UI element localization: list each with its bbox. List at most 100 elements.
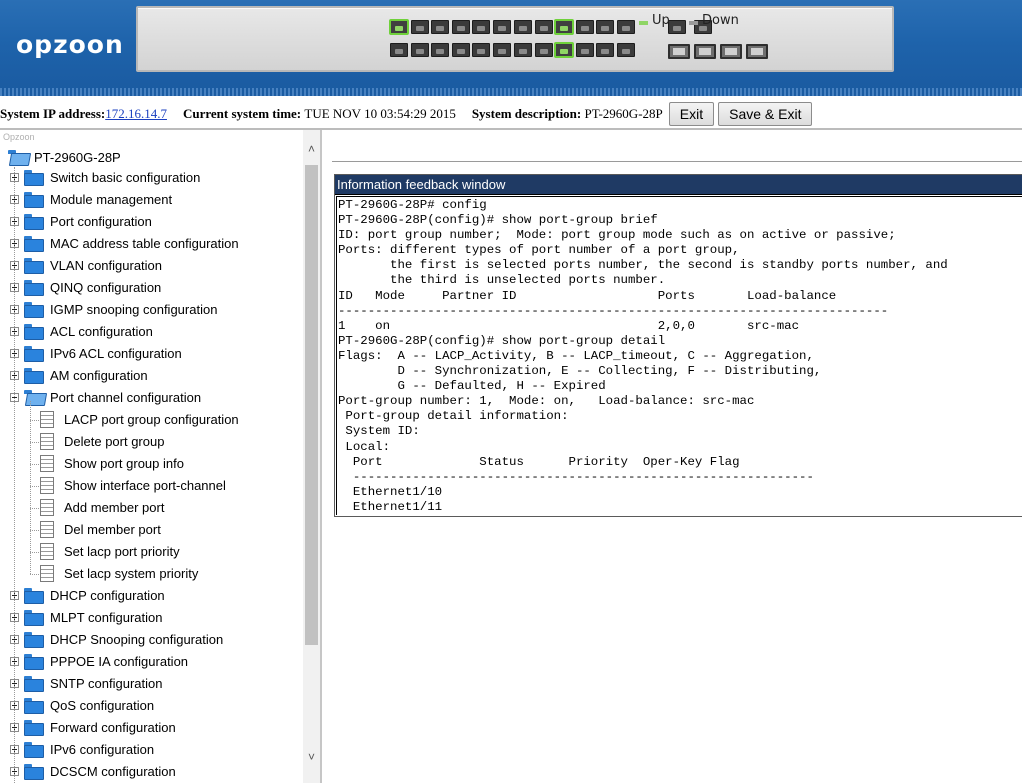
tree-item[interactable]: DHCP configuration	[10, 585, 165, 605]
port-icon[interactable]	[596, 43, 614, 57]
tree-scrollbar[interactable]: ˄ ˅	[303, 130, 320, 783]
tree-item[interactable]: Port channel configuration	[10, 387, 201, 407]
document-icon	[40, 410, 54, 428]
port-icon[interactable]	[431, 43, 449, 57]
tree-subitem[interactable]: Delete port group	[40, 431, 164, 451]
port-icon[interactable]	[596, 20, 614, 34]
tree-subitem[interactable]: Show port group info	[40, 453, 184, 473]
scroll-down-icon[interactable]: ˅	[305, 750, 318, 764]
tree-item[interactable]: MLPT configuration	[10, 607, 163, 627]
tree-subitem-label: LACP port group configuration	[64, 411, 239, 427]
port-icon[interactable]	[514, 43, 532, 57]
tree-item[interactable]: ACL configuration	[10, 321, 153, 341]
tree-subitem[interactable]: Add member port	[40, 497, 164, 517]
port-icon[interactable]	[390, 43, 408, 57]
tree-item[interactable]: DCSCM configuration	[10, 761, 176, 781]
port-icon[interactable]	[668, 20, 686, 34]
tree-item[interactable]: MAC address table configuration	[10, 233, 239, 253]
tree-item-label: DHCP configuration	[50, 587, 165, 603]
tree-item[interactable]: IGMP snooping configuration	[10, 299, 217, 319]
system-info-bar: System IP address: 172.16.14.7 Current s…	[0, 100, 1022, 128]
port-icon[interactable]	[431, 20, 449, 34]
port-icon[interactable]	[472, 20, 490, 34]
tree-item[interactable]: VLAN configuration	[10, 255, 162, 275]
tree-item[interactable]: Switch basic configuration	[10, 167, 200, 187]
port-icon[interactable]	[555, 43, 573, 57]
document-icon	[40, 542, 54, 560]
port-icon[interactable]	[451, 20, 470, 34]
exit-button[interactable]: Exit	[668, 102, 715, 126]
tree-item-label: AM configuration	[50, 367, 148, 383]
port-icon[interactable]	[534, 20, 553, 34]
time-value: TUE NOV 10 03:54:29 2015	[304, 106, 456, 121]
tree-subitem-label: Show port group info	[64, 455, 184, 471]
tree-item-label: VLAN configuration	[50, 257, 163, 273]
port-icon[interactable]	[555, 20, 573, 34]
console-line: Ethernet1/11	[338, 499, 443, 514]
console-line: the third is unselected ports number.	[338, 273, 666, 288]
port-icon[interactable]	[616, 43, 635, 57]
feedback-window: Information feedback window PT-2960G-28P…	[334, 174, 1022, 517]
folder-icon	[24, 632, 44, 648]
tree-subitem[interactable]: Show interface port-channel	[40, 475, 226, 495]
save-exit-button[interactable]: Save & Exit	[718, 102, 813, 126]
folder-icon	[24, 764, 44, 780]
port-icon[interactable]	[616, 20, 635, 34]
folder-icon	[24, 610, 44, 626]
tree-item[interactable]: PPPOE IA configuration	[10, 651, 188, 671]
tree-item[interactable]: AM configuration	[10, 365, 148, 385]
header-banner: opzoon Up Down	[0, 0, 1022, 96]
tree-subitem[interactable]: Set lacp system priority	[40, 563, 198, 583]
console-line: ID Mode Partner ID Ports Load-balance	[338, 288, 837, 303]
tree-item[interactable]: QoS configuration	[10, 695, 154, 715]
tree-item-label: IGMP snooping configuration	[50, 301, 218, 317]
scroll-up-icon[interactable]: ˄	[305, 142, 318, 156]
tree-subitem[interactable]: Del member port	[40, 519, 161, 539]
port-icon[interactable]	[575, 43, 594, 57]
port-icon[interactable]	[534, 43, 553, 57]
sfp-port-icon[interactable]	[746, 44, 768, 59]
port-icon[interactable]	[410, 43, 429, 57]
content-divider	[332, 161, 1022, 162]
time-label: Current system time:	[182, 106, 302, 121]
console-line: PT-2960G-28P(config)# show port-group br…	[338, 213, 658, 228]
tree-subitem-label: Set lacp system priority	[64, 565, 199, 581]
tree-subitem[interactable]: Set lacp port priority	[40, 541, 180, 561]
console-line: Ports: different types of port number of…	[338, 243, 740, 258]
tree-item[interactable]: Port configuration	[10, 211, 152, 231]
tree-subitem-label: Set lacp port priority	[64, 543, 180, 559]
tree-root[interactable]: PT-2960G-28P	[8, 147, 121, 167]
folder-icon	[24, 258, 44, 274]
port-icon[interactable]	[492, 20, 511, 34]
tree-item[interactable]: IPv6 ACL configuration	[10, 343, 182, 363]
folder-icon	[24, 368, 44, 384]
ip-link[interactable]: 172.16.14.7	[105, 106, 167, 122]
tree-item[interactable]: SNTP configuration	[10, 673, 163, 693]
tree-item-label: Port configuration	[50, 213, 152, 229]
scroll-thumb[interactable]	[305, 165, 318, 645]
port-icon[interactable]	[451, 43, 470, 57]
sfp-port-icon[interactable]	[668, 44, 690, 59]
tree-item[interactable]: IPv6 configuration	[10, 739, 154, 759]
tree-item-label: DHCP Snooping configuration	[50, 631, 224, 647]
tree-item-label: IPv6 ACL configuration	[50, 345, 182, 361]
port-icon[interactable]	[410, 20, 429, 34]
tree-subitem-label: Del member port	[64, 521, 161, 537]
tree-root-label: PT-2960G-28P	[34, 149, 121, 165]
port-icon[interactable]	[575, 20, 594, 34]
console-line: Port-group detail information:	[338, 409, 569, 424]
tree-item[interactable]: DHCP Snooping configuration	[10, 629, 223, 649]
tree-item[interactable]: Forward configuration	[10, 717, 176, 737]
tree-caption: Opzoon	[3, 132, 35, 142]
port-icon[interactable]	[514, 20, 532, 34]
port-icon[interactable]	[390, 20, 408, 34]
port-icon[interactable]	[472, 43, 490, 57]
sfp-port-icon[interactable]	[694, 44, 716, 59]
tree-item[interactable]: QINQ configuration	[10, 277, 161, 297]
tree-item-label: QINQ configuration	[50, 279, 162, 295]
port-icon[interactable]	[492, 43, 511, 57]
tree-subitem[interactable]: LACP port group configuration	[40, 409, 239, 429]
tree-item[interactable]: Module management	[10, 189, 172, 209]
sfp-port-icon[interactable]	[720, 44, 742, 59]
folder-icon	[24, 214, 44, 230]
